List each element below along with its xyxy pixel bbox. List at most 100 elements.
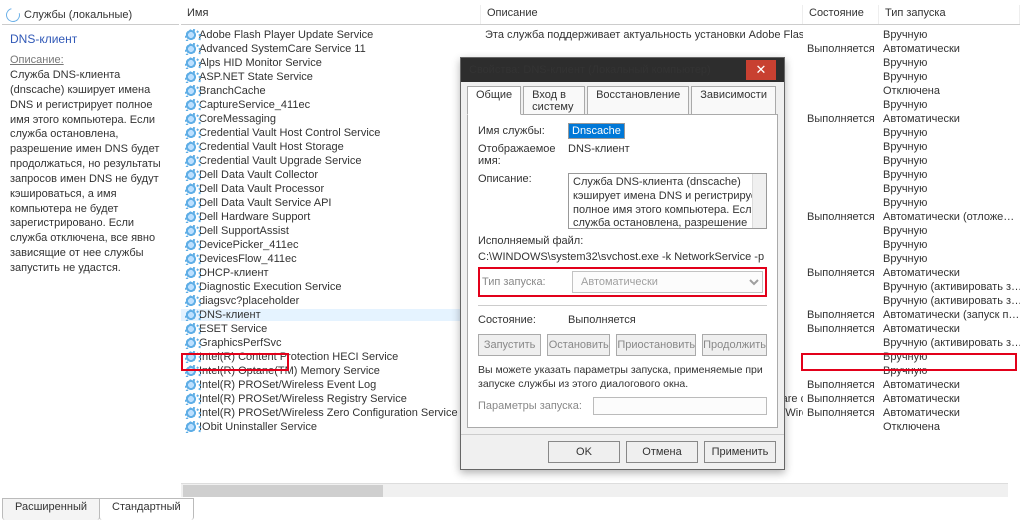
service-name: ASP.NET State Service xyxy=(199,71,313,83)
dialog-title-text: Свойства: DNS-клиент (Локальный компьюте… xyxy=(469,64,711,76)
service-gear-icon xyxy=(185,421,197,433)
service-gear-icon xyxy=(185,379,197,391)
detail-pane: DNS-клиент Описание: Служба DNS-клиента … xyxy=(2,28,179,497)
service-row[interactable]: Advanced SystemCare Service 11Выполняетс… xyxy=(181,42,1020,56)
service-startup-type: Отключена xyxy=(879,85,1020,97)
service-name-value[interactable]: Dnscache xyxy=(568,123,625,139)
description-label: Описание: xyxy=(478,173,568,185)
startup-params-label: Параметры запуска: xyxy=(478,400,593,412)
service-gear-icon xyxy=(185,169,197,181)
service-gear-icon xyxy=(185,253,197,265)
service-description: Эта служба поддерживает актуальность уст… xyxy=(481,29,803,41)
service-name: diagsvc?placeholder xyxy=(199,295,299,307)
description-box[interactable]: Служба DNS-клиента (dnscache) кэширует и… xyxy=(568,173,767,229)
service-name: Diagnostic Execution Service xyxy=(199,281,341,293)
service-startup-type: Автоматически (отложе… xyxy=(879,211,1020,223)
service-gear-icon xyxy=(185,239,197,251)
service-startup-type: Вручную xyxy=(879,239,1020,251)
tab-extended[interactable]: Расширенный xyxy=(2,498,100,520)
service-name: Intel(R) Optane(TM) Memory Service xyxy=(199,365,380,377)
service-gear-icon xyxy=(185,365,197,377)
service-startup-type: Вручную xyxy=(879,253,1020,265)
service-startup-type: Автоматически (запуск п… xyxy=(879,309,1020,321)
service-startup-type: Вручную xyxy=(879,141,1020,153)
scrollbar-thumb[interactable] xyxy=(183,485,383,497)
description-text: Служба DNS-клиента (dnscache) кэширует и… xyxy=(573,176,762,229)
description-scrollbar[interactable] xyxy=(752,174,766,228)
dialog-title-bar[interactable]: Свойства: DNS-клиент (Локальный компьюте… xyxy=(461,58,784,82)
column-description[interactable]: Описание xyxy=(481,5,803,24)
separator xyxy=(478,305,767,306)
service-name: CoreMessaging xyxy=(199,113,276,125)
ok-button[interactable]: OK xyxy=(548,441,620,463)
list-columns-header: Имя Описание Состояние Тип запуска xyxy=(181,5,1020,25)
service-gear-icon xyxy=(185,71,197,83)
service-name: Dell Hardware Support xyxy=(199,211,310,223)
service-gear-icon xyxy=(185,183,197,195)
service-name: Adobe Flash Player Update Service xyxy=(199,29,373,41)
stop-service-button[interactable]: Остановить xyxy=(547,334,610,356)
dialog-close-button[interactable]: ✕ xyxy=(746,60,776,80)
service-gear-icon xyxy=(185,407,197,419)
service-startup-type: Автоматически xyxy=(879,43,1020,55)
refresh-icon[interactable] xyxy=(3,5,22,24)
column-name[interactable]: Имя xyxy=(181,5,481,24)
service-gear-icon xyxy=(185,295,197,307)
display-name-label: Отображаемое имя: xyxy=(478,143,568,167)
service-gear-icon xyxy=(185,57,197,69)
start-service-button[interactable]: Запустить xyxy=(478,334,541,356)
service-gear-icon xyxy=(185,393,197,405)
startup-params-input[interactable] xyxy=(593,397,767,415)
tab-dependencies[interactable]: Зависимости xyxy=(691,86,776,115)
service-startup-type: Автоматически xyxy=(879,267,1020,279)
service-state: Выполняется xyxy=(803,267,879,279)
service-gear-icon xyxy=(185,267,197,279)
pause-service-button[interactable]: Приостановить xyxy=(616,334,696,356)
service-gear-icon xyxy=(185,85,197,97)
column-state[interactable]: Состояние xyxy=(803,5,879,24)
service-gear-icon xyxy=(185,351,197,363)
service-startup-type: Вручную (активировать з… xyxy=(879,295,1020,307)
executable-value: C:\WINDOWS\system32\svchost.exe -k Netwo… xyxy=(478,251,767,263)
service-name: Credential Vault Upgrade Service xyxy=(199,155,361,167)
tab-general[interactable]: Общие xyxy=(467,86,521,115)
service-name: Intel(R) Content Protection HECI Service xyxy=(199,351,398,363)
service-state: Выполняется xyxy=(803,407,879,419)
service-startup-type: Вручную xyxy=(879,127,1020,139)
service-name: Dell Data Vault Service API xyxy=(199,197,331,209)
service-name: DNS-клиент xyxy=(199,309,261,321)
apply-button[interactable]: Применить xyxy=(704,441,776,463)
startup-params-note: Вы можете указать параметры запуска, при… xyxy=(478,364,767,391)
service-gear-icon xyxy=(185,197,197,209)
service-startup-type: Вручную xyxy=(879,365,1020,377)
service-state-value: Выполняется xyxy=(568,314,636,326)
startup-type-select[interactable]: Автоматически xyxy=(572,271,763,293)
service-name: DHCP-клиент xyxy=(199,267,269,279)
service-name: BranchCache xyxy=(199,85,266,97)
service-startup-type: Вручную (активировать з… xyxy=(879,281,1020,293)
detail-description-text: Служба DNS-клиента (dnscache) кэширует и… xyxy=(10,68,171,276)
service-startup-type: Вручную xyxy=(879,351,1020,363)
service-gear-icon xyxy=(185,323,197,335)
tab-standard[interactable]: Стандартный xyxy=(99,498,194,520)
tab-recovery[interactable]: Восстановление xyxy=(587,86,689,115)
service-state: Выполняется xyxy=(803,113,879,125)
service-startup-type: Вручную xyxy=(879,57,1020,69)
local-services-label: Службы (локальные) xyxy=(24,9,132,21)
column-startup-type[interactable]: Тип запуска xyxy=(879,5,1020,24)
service-gear-icon xyxy=(185,141,197,153)
horizontal-scrollbar[interactable] xyxy=(181,483,1008,497)
service-startup-type: Вручную xyxy=(879,99,1020,111)
service-gear-icon xyxy=(185,337,197,349)
startup-type-label: Тип запуска: xyxy=(482,276,572,288)
tab-logon[interactable]: Вход в систему xyxy=(523,86,585,115)
service-gear-icon xyxy=(185,99,197,111)
resume-service-button[interactable]: Продолжить xyxy=(702,334,767,356)
service-name: Intel(R) PROSet/Wireless Registry Servic… xyxy=(199,393,407,405)
service-name: IObit Uninstaller Service xyxy=(199,421,317,433)
cancel-button[interactable]: Отмена xyxy=(626,441,698,463)
service-row[interactable]: Adobe Flash Player Update Service Эта слу… xyxy=(181,28,1020,42)
service-name: Intel(R) PROSet/Wireless Event Log xyxy=(199,379,376,391)
service-name: DevicesFlow_411ec xyxy=(199,253,297,265)
service-name: DevicePicker_411ec xyxy=(199,239,298,251)
